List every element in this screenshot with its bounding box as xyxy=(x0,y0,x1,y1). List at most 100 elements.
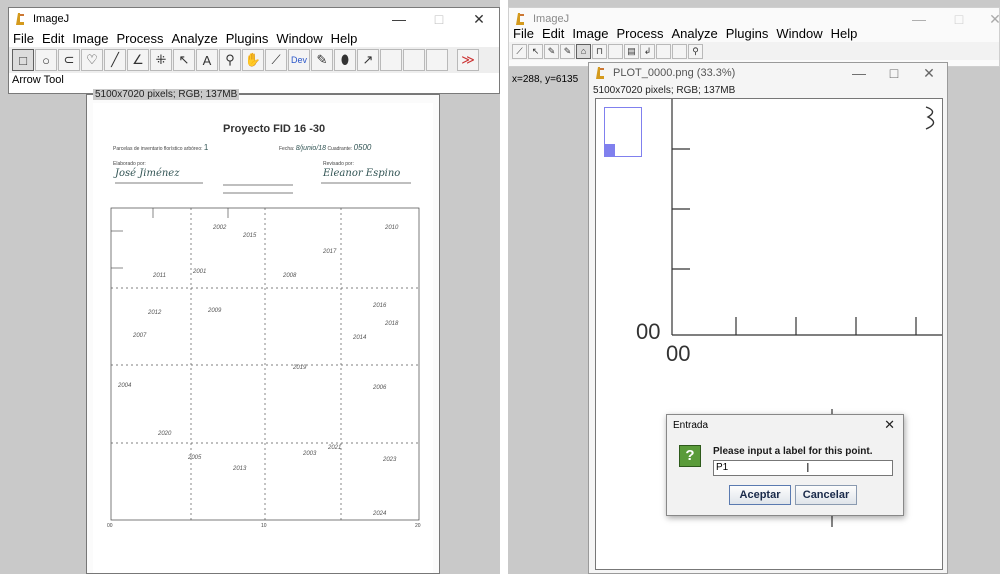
angle-tool-icon[interactable]: ∠ xyxy=(127,49,149,71)
menu-plugins[interactable]: Plugins xyxy=(226,31,269,46)
minimize-button[interactable]: — xyxy=(379,8,419,30)
freehand-tool-icon[interactable]: ♡ xyxy=(81,49,103,71)
close-button[interactable]: ✕ xyxy=(459,8,499,30)
minimize-button[interactable]: — xyxy=(839,63,879,83)
menu-analyze[interactable]: Analyze xyxy=(671,26,717,41)
arrow-tool-icon[interactable]: ↖ xyxy=(528,43,543,59)
arrow-pen-tool-icon[interactable]: ↗ xyxy=(357,49,379,71)
menu-image[interactable]: Image xyxy=(572,26,608,41)
rectangle-tool-icon[interactable]: □ xyxy=(12,49,34,71)
document-tool-icon[interactable]: ▤ xyxy=(624,43,639,59)
label-input-dialog: Entrada ✕ ? Please input a label for thi… xyxy=(666,414,904,516)
imagej-logo-icon xyxy=(595,66,607,80)
tree-tag-label: 2016 xyxy=(373,303,387,309)
wand-tool-icon[interactable]: ↖ xyxy=(173,49,195,71)
menu-plugins[interactable]: Plugins xyxy=(726,26,769,41)
menu-process[interactable]: Process xyxy=(617,26,664,41)
menu-file[interactable]: File xyxy=(513,26,534,41)
menu-analyze[interactable]: Analyze xyxy=(171,31,217,46)
menu-process[interactable]: Process xyxy=(117,31,164,46)
menu-help[interactable]: Help xyxy=(831,26,858,41)
empty-slot-icon[interactable] xyxy=(608,43,623,59)
tree-tag-label: 2011 xyxy=(153,273,166,279)
status-text: Arrow Tool xyxy=(12,74,64,86)
dropper-tool-icon[interactable]: ⟋ xyxy=(265,49,287,71)
corner-label-10: 10 xyxy=(261,523,267,529)
tree-tag-label: 2024 xyxy=(373,511,387,517)
text-tool-icon[interactable]: A xyxy=(196,49,218,71)
dialog-prompt: Please input a label for this point. xyxy=(713,446,873,457)
overlay-tool-icon[interactable]: ⊓ xyxy=(592,43,607,59)
polygon-tool-icon[interactable]: ⊂ xyxy=(58,49,80,71)
tree-tag-label: 2012 xyxy=(148,310,162,316)
line-tool-icon[interactable]: ╱ xyxy=(104,49,126,71)
minimize-button[interactable]: — xyxy=(899,8,939,30)
menu-file[interactable]: File xyxy=(13,31,34,46)
empty-slot-icon[interactable] xyxy=(672,43,687,59)
imagej-main-window-inactive: ImageJ — □ ✕ File Edit Image Process Ana… xyxy=(508,7,1000,67)
empty-slot-icon[interactable] xyxy=(380,49,402,71)
tree-tag-label: 2014 xyxy=(353,335,367,341)
cancel-button[interactable]: Cancelar xyxy=(795,485,857,505)
flood-fill-tool-icon[interactable]: ⬮ xyxy=(334,49,356,71)
plot-tool-icon[interactable]: ⌂ xyxy=(576,43,591,59)
pen-tool-icon[interactable]: ✎ xyxy=(560,43,575,59)
question-icon: ? xyxy=(679,445,701,467)
pen-tool-icon[interactable]: ✎ xyxy=(544,43,559,59)
window-title: ImageJ xyxy=(33,13,70,25)
tree-tag-label: 2008 xyxy=(283,273,297,279)
tree-tag-label: 2010 xyxy=(385,225,399,231)
maximize-button[interactable]: □ xyxy=(939,8,979,30)
tree-tag-label: 2015 xyxy=(243,233,257,239)
imagej-logo-icon xyxy=(15,12,27,26)
menu-image[interactable]: Image xyxy=(72,31,108,46)
menu-window[interactable]: Window xyxy=(276,31,322,46)
tree-tag-label: 2009 xyxy=(208,308,222,314)
plot-window-title: PLOT_0000.png (33.3%) xyxy=(613,67,736,79)
tree-tag-label: 2002 xyxy=(213,225,227,231)
close-button[interactable]: ✕ xyxy=(909,63,949,83)
maximize-button[interactable]: □ xyxy=(419,8,459,30)
brush-tool-icon[interactable]: ✎ xyxy=(311,49,333,71)
empty-slot-icon[interactable] xyxy=(426,49,448,71)
window-title: ImageJ xyxy=(533,13,570,25)
magnifier-tool-icon[interactable]: ⚲ xyxy=(219,49,241,71)
tree-tag-label: 2001 xyxy=(193,269,207,275)
toolbar: ⟋ ↖ ✎ ✎ ⌂ ⊓ ▤ ↲ ⚲ xyxy=(509,42,999,60)
dropper-tool-icon[interactable]: ⟋ xyxy=(512,43,527,59)
menu-edit[interactable]: Edit xyxy=(542,26,564,41)
close-button[interactable]: ✕ xyxy=(975,8,1000,30)
oval-tool-icon[interactable]: ○ xyxy=(35,49,57,71)
menu-edit[interactable]: Edit xyxy=(42,31,64,46)
tree-tag-label: 2017 xyxy=(323,249,337,255)
dialog-close-button[interactable]: ✕ xyxy=(884,417,895,433)
axis-label-bottom: 00 xyxy=(666,341,691,366)
tree-tag-label: 2021 xyxy=(328,445,342,451)
left-screenshot-panel: ImageJ — □ ✕ File Edit Image Process Ana… xyxy=(0,0,500,574)
scanned-page: Proyecto FID 16 -30 Parcelas de inventar… xyxy=(93,103,433,573)
point-tool-icon[interactable]: ⁜ xyxy=(150,49,172,71)
empty-slot-icon[interactable] xyxy=(403,49,425,71)
tree-tag-label: 2023 xyxy=(383,457,397,463)
tree-tag-label: 2004 xyxy=(118,383,132,389)
label-input[interactable]: P1 I xyxy=(713,460,893,476)
dev-tool-icon[interactable]: Dev xyxy=(288,49,310,71)
undo-tool-icon[interactable]: ↲ xyxy=(640,43,655,59)
tree-tag-label: 2020 xyxy=(158,431,172,437)
empty-slot-icon[interactable] xyxy=(656,43,671,59)
imagej-main-window: ImageJ — □ ✕ File Edit Image Process Ana… xyxy=(8,7,500,94)
axis-label-left: 00 xyxy=(636,319,661,344)
menu-window[interactable]: Window xyxy=(776,26,822,41)
menu-help[interactable]: Help xyxy=(331,31,358,46)
more-tools-icon[interactable]: ≫ xyxy=(457,49,479,71)
maximize-button[interactable]: □ xyxy=(874,63,914,83)
tree-tag-label: 2007 xyxy=(133,333,147,339)
image-info: 5100x7020 pixels; RGB; 137MB xyxy=(93,89,240,100)
corner-label-0: 00 xyxy=(107,523,113,529)
accept-button[interactable]: Aceptar xyxy=(729,485,791,505)
status-coordinates: x=288, y=6135 xyxy=(512,74,579,85)
image-info: 5100x7020 pixels; RGB; 137MB xyxy=(593,85,736,96)
hand-tool-icon[interactable]: ✋ xyxy=(242,49,264,71)
toolbar: □ ○ ⊂ ♡ ╱ ∠ ⁜ ↖ A ⚲ ✋ ⟋ Dev ✎ ⬮ ↗ ≫ xyxy=(9,47,499,73)
magnifier-tool-icon[interactable]: ⚲ xyxy=(688,43,703,59)
